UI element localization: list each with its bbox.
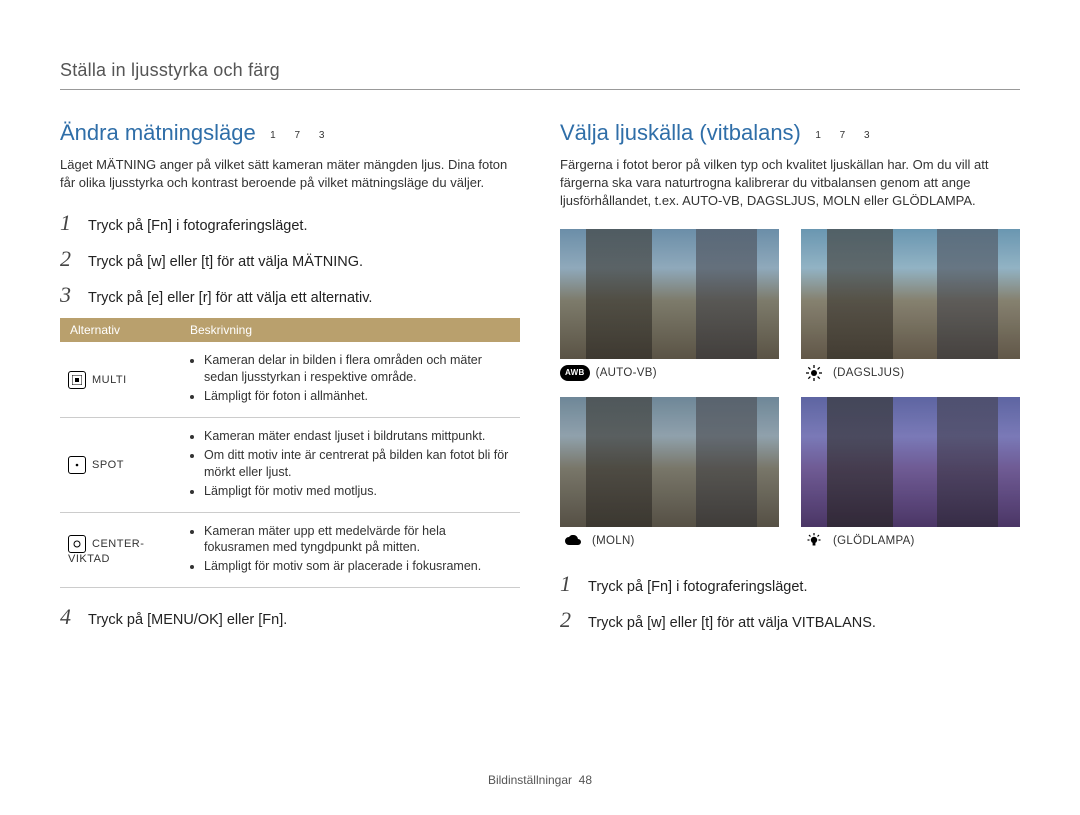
step-text: Tryck på [Fn] i fotograferingsläget. <box>88 218 307 234</box>
bullet: Kameran mäter upp ett medelvärde för hel… <box>204 523 512 557</box>
cloud-icon <box>560 533 586 549</box>
step-text: Tryck på [w] eller [t] för att välja MÄT… <box>88 254 363 270</box>
step-number: 1 <box>560 571 588 597</box>
table-row: SPOT Kameran mäter endast ljuset i bildr… <box>60 418 520 513</box>
page-footer: Bildinställningar 48 <box>0 773 1080 787</box>
option-name: SPOT <box>92 459 124 471</box>
center-weighted-icon <box>68 535 86 553</box>
step-1: 1Tryck på [Fn] i fotograferingsläget. <box>560 571 1020 597</box>
step-2: 2Tryck på [w] eller [t] för att välja VI… <box>560 607 1020 633</box>
col-header-alternative: Alternativ <box>60 318 180 342</box>
section-heading-row: Ändra mätningsläge 1 7 3 <box>60 120 520 146</box>
intro-text: Färgerna i fotot beror på vilken typ och… <box>560 156 1020 211</box>
step-1: 1Tryck på [Fn] i fotograferingsläget. <box>60 210 520 236</box>
bullet: Lämpligt för motiv med motljus. <box>204 483 512 500</box>
thumb-caption: (MOLN) <box>560 533 779 549</box>
steps-list-left-continued: 4Tryck på [MENU/OK] eller [Fn]. <box>60 604 520 630</box>
thumb-caption: (DAGSLJUS) <box>801 365 1020 381</box>
table-row: MULTI Kameran delar in bilden i flera om… <box>60 342 520 417</box>
step-text: Tryck på [w] eller [t] för att välja VIT… <box>588 615 876 631</box>
steps-list-left: 1Tryck på [Fn] i fotograferingsläget. 2T… <box>60 210 520 308</box>
sample-image <box>560 397 779 527</box>
mode-icons: 1 7 3 <box>270 130 332 141</box>
step-number: 2 <box>60 246 88 272</box>
bullet: Lämpligt för foton i allmänhet. <box>204 388 512 405</box>
option-cell-spot: SPOT <box>60 418 180 513</box>
option-cell-center: CENTER-VIKTAD <box>60 512 180 588</box>
option-cell-multi: MULTI <box>60 342 180 417</box>
col-header-description: Beskrivning <box>180 318 520 342</box>
step-text: Tryck på [MENU/OK] eller [Fn]. <box>88 612 287 628</box>
step-number: 1 <box>60 210 88 236</box>
options-table: Alternativ Beskrivning MULTI Kameran del… <box>60 318 520 588</box>
step-4: 4Tryck på [MENU/OK] eller [Fn]. <box>60 604 520 630</box>
two-column-layout: Ändra mätningsläge 1 7 3 Läget MÄTNING a… <box>60 120 1020 643</box>
bullet: Lämpligt för motiv som är placerade i fo… <box>204 558 512 575</box>
step-number: 2 <box>560 607 588 633</box>
thumb-caption: (GLÖDLAMPA) <box>801 533 1020 549</box>
caption-text: (GLÖDLAMPA) <box>833 535 915 547</box>
intro-text: Läget MÄTNING anger på vilket sätt kamer… <box>60 156 520 192</box>
caption-text: (MOLN) <box>592 535 635 547</box>
bullet: Kameran mäter endast ljuset i bildrutans… <box>204 428 512 445</box>
footer-section: Bildinställningar <box>488 773 572 787</box>
section-heading-row: Välja ljuskälla (vitbalans) 1 7 3 <box>560 120 1020 146</box>
caption-text: (DAGSLJUS) <box>833 367 904 379</box>
step-number: 3 <box>60 282 88 308</box>
thumb-caption: AWB (AUTO-VB) <box>560 365 779 381</box>
option-desc: Kameran mäter upp ett medelvärde för hel… <box>180 512 520 588</box>
auto-wb-icon: AWB <box>560 365 590 381</box>
section-title-whitebalance: Välja ljuskälla (vitbalans) <box>560 120 801 145</box>
bullet: Om ditt motiv inte är centrerat på bilde… <box>204 447 512 481</box>
sun-icon <box>801 365 827 381</box>
example-cloudy: (MOLN) <box>560 397 779 549</box>
bulb-icon <box>801 533 827 549</box>
step-number: 4 <box>60 604 88 630</box>
footer-page-number: 48 <box>579 773 592 787</box>
sample-image <box>801 229 1020 359</box>
example-tungsten: (GLÖDLAMPA) <box>801 397 1020 549</box>
option-desc: Kameran mäter endast ljuset i bildrutans… <box>180 418 520 513</box>
example-auto-wb: AWB (AUTO-VB) <box>560 229 779 381</box>
step-text: Tryck på [e] eller [r] för att välja ett… <box>88 290 372 306</box>
option-name: MULTI <box>92 374 127 386</box>
step-text: Tryck på [Fn] i fotograferingsläget. <box>588 579 807 595</box>
example-daylight: (DAGSLJUS) <box>801 229 1020 381</box>
table-row: CENTER-VIKTAD Kameran mäter upp ett mede… <box>60 512 520 588</box>
right-column: Välja ljuskälla (vitbalans) 1 7 3 Färger… <box>560 120 1020 643</box>
sample-image <box>560 229 779 359</box>
multi-icon <box>68 371 86 389</box>
step-2: 2Tryck på [w] eller [t] för att välja MÄ… <box>60 246 520 272</box>
caption-text: (AUTO-VB) <box>596 367 657 379</box>
mode-icons: 1 7 3 <box>815 130 877 141</box>
bullet: Kameran delar in bilden i flera områden … <box>204 352 512 386</box>
option-desc: Kameran delar in bilden i flera områden … <box>180 342 520 417</box>
whitebalance-examples: AWB (AUTO-VB) (DAGSLJUS) <box>560 229 1020 549</box>
sample-image <box>801 397 1020 527</box>
steps-list-right: 1Tryck på [Fn] i fotograferingsläget. 2T… <box>560 571 1020 633</box>
section-title-metering: Ändra mätningsläge <box>60 120 256 145</box>
page-header: Ställa in ljusstyrka och färg <box>60 60 1020 90</box>
step-3: 3Tryck på [e] eller [r] för att välja et… <box>60 282 520 308</box>
left-column: Ändra mätningsläge 1 7 3 Läget MÄTNING a… <box>60 120 520 643</box>
spot-icon <box>68 456 86 474</box>
